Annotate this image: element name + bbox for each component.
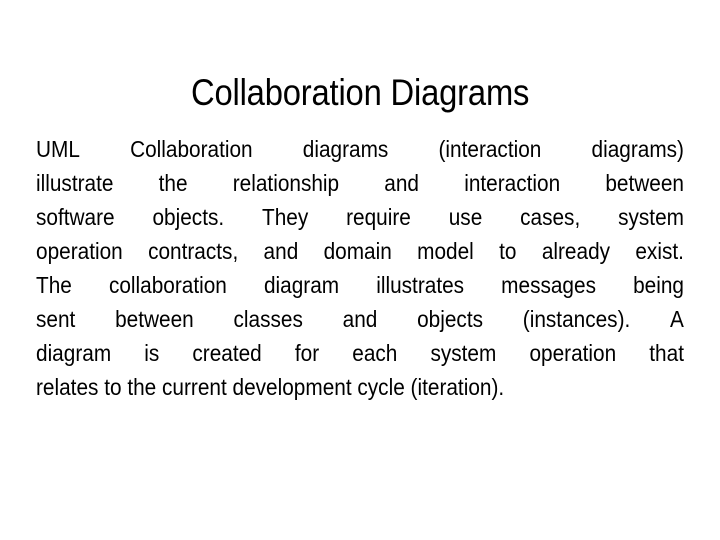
body-word: diagram [36, 340, 112, 366]
body-word: domain [323, 238, 392, 264]
body-word: diagram [263, 272, 340, 298]
body-word: illustrates [376, 272, 465, 298]
body-line: relates to the current development cycle… [36, 370, 684, 404]
body-word: collaboration [108, 272, 227, 298]
body-word: and [384, 170, 420, 196]
body-word: each [352, 340, 398, 366]
body-word: exist. [635, 238, 684, 264]
body-word: already [541, 238, 611, 264]
body-word: messages [501, 272, 596, 298]
body-word: A [670, 306, 684, 332]
body-word: objects [417, 306, 484, 332]
body-word: and [342, 306, 378, 332]
body-word: and [263, 238, 299, 264]
body-line: illustrate the relationship and interaction b… [36, 166, 684, 200]
body-word: for [294, 340, 320, 366]
body-word: to [499, 238, 517, 264]
body-word: contracts, [148, 238, 239, 264]
body-word: created [192, 340, 262, 366]
body-word: the [158, 170, 188, 196]
body-word: use [448, 204, 483, 230]
body-word: system [618, 204, 684, 230]
body-word: (instances). [522, 306, 631, 332]
body-word: (interaction [438, 136, 542, 162]
slide-canvas: Collaboration Diagrams UML Collaboration d… [0, 0, 720, 540]
body-word: require [346, 204, 411, 230]
body-line: sent between classes and objects (instances).… [36, 302, 684, 336]
body-line: operation contracts, and domain model to alrea… [36, 234, 684, 268]
body-word: classes [233, 306, 303, 332]
body-word: relationship [232, 170, 340, 196]
body-word: relates to the current development cycle… [36, 374, 505, 400]
body-word: diagrams [302, 136, 389, 162]
body-word: is [144, 340, 160, 366]
body-line: diagram is created for each system operation th… [36, 336, 684, 370]
body-word: diagrams) [591, 136, 684, 162]
body-word: operation [36, 238, 123, 264]
body-word: The [36, 272, 72, 298]
body-word: illustrate [36, 170, 114, 196]
body-line: UML Collaboration diagrams (interaction diag… [36, 132, 684, 166]
body-word: UML [36, 136, 80, 162]
body-word: They [262, 204, 309, 230]
body-word: Collaboration [130, 136, 253, 162]
body-word: system [430, 340, 497, 366]
body-word: between [115, 306, 194, 332]
body-line: The collaboration diagram illustrates messag… [36, 268, 684, 302]
body-word: cases, [520, 204, 581, 230]
body-word: operation [529, 340, 617, 366]
body-word: between [605, 170, 684, 196]
body-word: software [36, 204, 115, 230]
body-line: software objects. They require use cases, syst… [36, 200, 684, 234]
body-word: model [417, 238, 474, 264]
body-word: being [633, 272, 684, 298]
body-word: interaction [464, 170, 561, 196]
body-word: sent [36, 306, 76, 332]
page-title-text: Collaboration Diagrams [190, 71, 530, 113]
page-title: Collaboration Diagrams [0, 71, 720, 115]
body-word: that [649, 340, 684, 366]
body-word: objects. [152, 204, 225, 230]
body-text-block: UML Collaboration diagrams (interaction diag… [36, 132, 684, 404]
